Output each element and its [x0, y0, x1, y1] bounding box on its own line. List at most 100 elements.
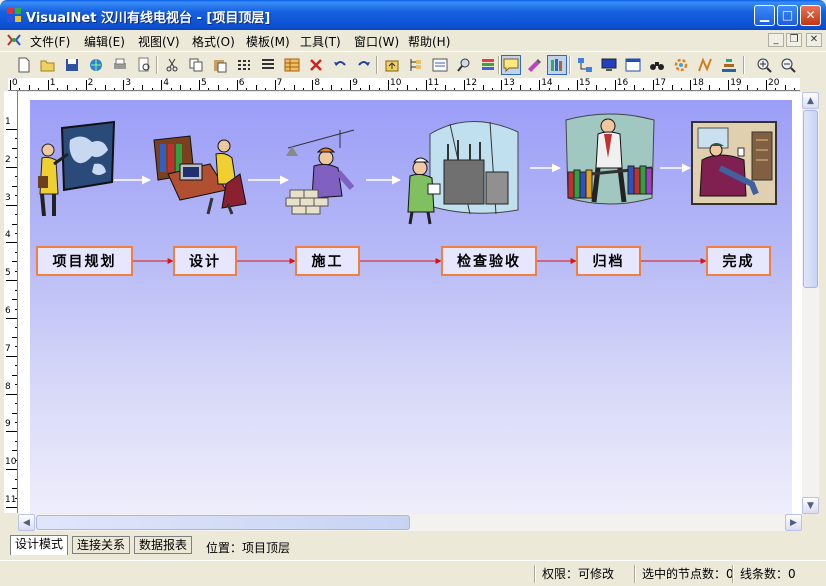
find-button[interactable] [454, 55, 474, 75]
settings-button[interactable] [671, 55, 691, 75]
vertical-scroll-thumb[interactable] [803, 110, 818, 288]
new-button[interactable] [14, 55, 34, 75]
network-button[interactable] [575, 55, 595, 75]
up-level-icon [385, 60, 399, 72]
monitor-icon [601, 58, 617, 71]
ruler-minor-tick [454, 88, 456, 90]
ruler-minor-tick [302, 88, 304, 90]
designer-at-computer-picture[interactable] [150, 134, 248, 216]
location-value: 项目顶层 [242, 541, 291, 555]
relaxing-in-armchair-picture[interactable] [690, 120, 778, 212]
print-button[interactable] [110, 55, 130, 75]
link-icon [698, 57, 712, 72]
chevron-up-icon: ▲ [807, 95, 814, 106]
ruler-number: 11 [427, 78, 440, 88]
copy-button[interactable] [186, 55, 206, 75]
minimize-button[interactable]: ▁ [754, 5, 775, 26]
paste-button[interactable] [210, 55, 230, 75]
save-icon [66, 59, 78, 71]
ruler-minor-tick [95, 88, 97, 90]
save-button[interactable] [62, 55, 82, 75]
tab-connections[interactable]: 连接关系 [72, 536, 131, 554]
horizontal-scroll-thumb[interactable] [36, 515, 410, 530]
close-button[interactable]: ✕ [800, 5, 821, 26]
ruler-tick [6, 204, 17, 206]
scroll-right-button[interactable]: ▶ [785, 514, 802, 531]
mdi-minimize-button[interactable]: _ [768, 33, 784, 47]
ruler-minor-tick [255, 85, 257, 90]
ruler-minor-tick [38, 88, 40, 90]
menu-format[interactable]: 格式(O) [192, 33, 235, 50]
menu-view[interactable]: 视图(V) [138, 33, 180, 50]
up-level-button[interactable] [382, 55, 402, 75]
publish-button[interactable] [86, 55, 106, 75]
scroll-up-button[interactable]: ▲ [802, 92, 819, 109]
tree-button[interactable] [406, 55, 426, 75]
ruler-number: 9 [352, 78, 358, 88]
binoculars-button[interactable] [647, 55, 667, 75]
ruler-number: 9 [5, 419, 11, 430]
ruler-number: 1 [49, 78, 56, 88]
process-node[interactable]: 施工 [295, 246, 360, 276]
window-button[interactable] [623, 55, 643, 75]
redo-button[interactable] [354, 55, 374, 75]
tab-data-report[interactable]: 数据报表 [134, 536, 193, 554]
mdi-restore-button[interactable]: ❐ [786, 33, 802, 47]
presenter-with-map-picture[interactable] [34, 120, 116, 220]
maximize-button[interactable]: □ [777, 5, 798, 26]
menu-edit[interactable]: 编辑(E) [84, 33, 125, 50]
menu-help[interactable]: 帮助(H) [408, 33, 450, 50]
document-window-icon[interactable] [6, 32, 22, 48]
ruler-minor-tick [151, 88, 153, 90]
horizontal-scrollbar[interactable]: ◀ ▶ [18, 514, 802, 531]
scroll-down-button[interactable]: ▼ [802, 497, 819, 514]
process-node[interactable]: 归档 [576, 246, 641, 276]
comment-button[interactable] [501, 55, 521, 75]
canvas-frame[interactable]: 项目规划 设计 施工 检查验收 归档 完成 [18, 92, 802, 514]
ruler-minor-tick [208, 88, 210, 90]
zoom-out-button[interactable] [778, 55, 798, 75]
diagram-canvas[interactable]: 项目规划 设计 施工 检查验收 归档 完成 [30, 100, 792, 514]
ruler-minor-tick [662, 88, 664, 90]
title-bar[interactable]: VisualNet 汉川有线电视台 - [项目顶层] ▁ □ ✕ [0, 0, 826, 30]
link-button[interactable] [695, 55, 715, 75]
tab-design-mode[interactable]: 设计模式 [10, 535, 69, 555]
process-node[interactable]: 设计 [173, 246, 237, 276]
scroll-left-button[interactable]: ◀ [18, 514, 35, 531]
ruler-minor-tick [784, 85, 786, 90]
library-button[interactable] [547, 55, 567, 75]
monitor-button[interactable] [599, 55, 619, 75]
layers-button[interactable] [478, 55, 498, 75]
menu-file[interactable]: 文件(F) [30, 33, 70, 50]
menu-template[interactable]: 模板(M) [246, 33, 290, 50]
archivist-with-books-picture[interactable] [560, 110, 660, 210]
undo-button[interactable] [330, 55, 350, 75]
vertical-scrollbar[interactable]: ▲ ▼ [802, 92, 819, 514]
menu-tools[interactable]: 工具(T) [300, 33, 341, 50]
paint-button[interactable] [524, 55, 544, 75]
mdi-close-button[interactable]: ✕ [806, 33, 822, 47]
form-button[interactable] [430, 55, 450, 75]
ruler-tick [652, 80, 654, 90]
paste-icon [214, 60, 227, 73]
node-label: 完成 [722, 254, 755, 270]
cut-button[interactable] [162, 55, 182, 75]
process-node[interactable]: 完成 [706, 246, 771, 276]
stack-button[interactable] [719, 55, 739, 75]
menu-window[interactable]: 窗口(W) [354, 33, 399, 50]
open-button[interactable] [38, 55, 58, 75]
process-node[interactable]: 检查验收 [441, 246, 537, 276]
ruler-minor-tick [624, 88, 626, 90]
process-node[interactable]: 项目规划 [36, 246, 133, 276]
ruler-number: 7 [276, 78, 283, 88]
inspector-at-substation-picture[interactable] [400, 114, 530, 226]
zoom-in-button[interactable] [754, 55, 774, 75]
delete-button[interactable] [306, 55, 326, 75]
vertical-ruler: 1 2 3 4 5 6 7 8 9 10 11 [4, 91, 18, 513]
print-preview-button[interactable] [134, 55, 154, 75]
table-button[interactable] [282, 55, 302, 75]
ruler-number: 10 [5, 457, 17, 468]
list-button[interactable] [258, 55, 278, 75]
construction-worker-picture[interactable] [284, 128, 366, 218]
grid-button[interactable] [234, 55, 254, 75]
